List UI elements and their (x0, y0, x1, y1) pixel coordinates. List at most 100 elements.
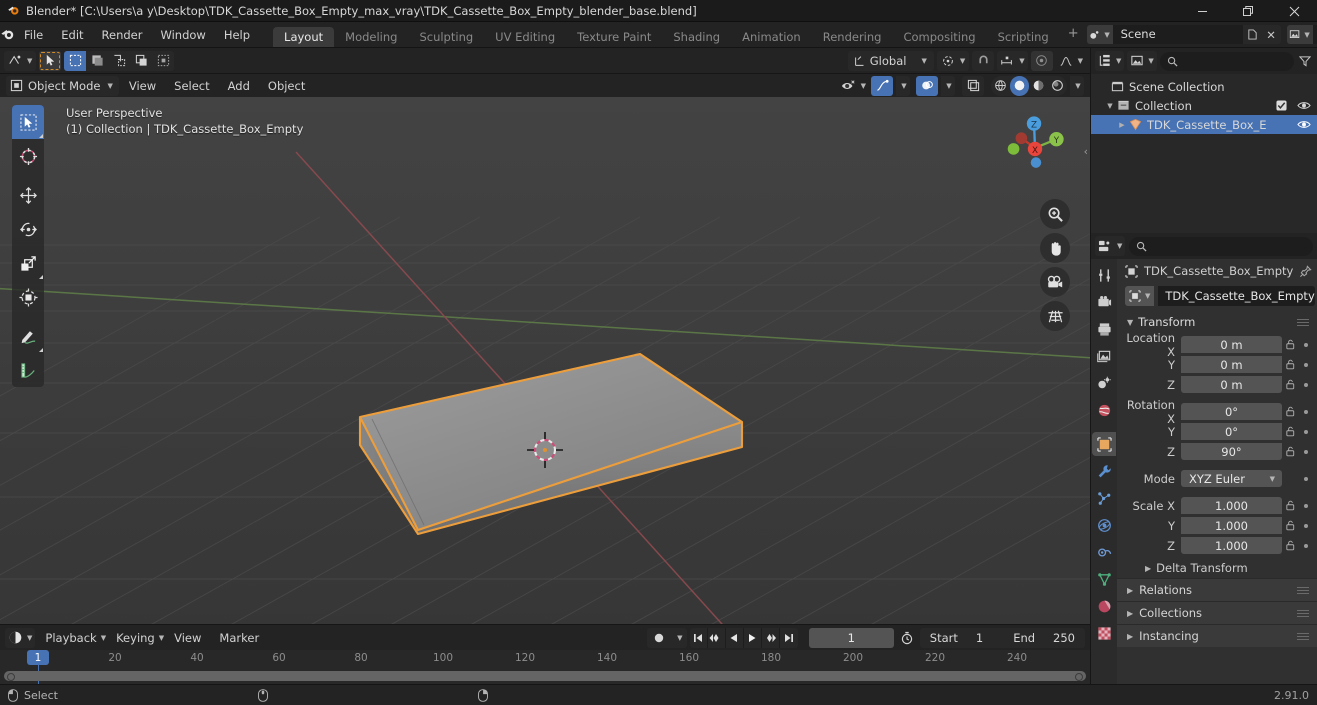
animate-dot[interactable] (1299, 409, 1313, 414)
shading-solid-icon[interactable] (1010, 75, 1029, 96)
rotate-tool[interactable] (12, 212, 44, 246)
timeline-menu-view[interactable]: View (166, 628, 209, 648)
object-data-tab[interactable] (1092, 567, 1116, 591)
eye-icon[interactable] (1297, 100, 1311, 111)
outliner-row-collection[interactable]: ▼ Collection (1091, 96, 1317, 115)
zoom-icon[interactable] (1040, 199, 1070, 229)
minimize-button[interactable] (1179, 0, 1225, 22)
tab-rendering[interactable]: Rendering (812, 27, 893, 47)
snap-magnet-icon[interactable] (972, 50, 995, 71)
camera-icon[interactable] (1040, 267, 1070, 297)
jump-to-start-button[interactable] (690, 627, 708, 648)
outliner-row-scene-collection[interactable]: Scene Collection (1091, 77, 1317, 96)
particles-tab[interactable] (1092, 486, 1116, 510)
rotation-mode-dropdown[interactable]: XYZ Euler ▼ (1181, 470, 1282, 487)
outliner-row-object[interactable]: ▶ TDK_Cassette_Box_E (1091, 115, 1317, 134)
rotation-z-field[interactable]: 90° (1181, 443, 1282, 460)
constraints-tab[interactable] (1092, 540, 1116, 564)
relations-panel[interactable]: ▶ Relations (1117, 578, 1317, 601)
lock-icon[interactable] (1282, 500, 1299, 511)
timeline-menu-marker[interactable]: Marker (211, 628, 267, 648)
viewport-menu-add[interactable]: Add (220, 76, 258, 96)
eye-icon[interactable] (1297, 119, 1311, 130)
lock-icon[interactable] (1282, 379, 1299, 390)
animate-dot[interactable] (1299, 382, 1313, 387)
view-layer-tab[interactable] (1092, 344, 1116, 368)
collections-panel[interactable]: ▶ Collections (1117, 601, 1317, 624)
measure-tool[interactable] (12, 353, 44, 387)
overlays-dropdown[interactable]: ▼ (941, 75, 955, 96)
animate-dot[interactable] (1299, 362, 1313, 367)
start-value[interactable]: 1 (976, 631, 983, 645)
timeline-ruler[interactable]: 20 40 60 80 100 120 140 160 180 200 220 … (0, 650, 1090, 684)
animate-dot[interactable] (1299, 476, 1313, 481)
tab-compositing[interactable]: Compositing (892, 27, 986, 47)
object-name-field[interactable]: TDK_Cassette_Box_Empty (1158, 286, 1315, 306)
pin-icon[interactable] (1299, 264, 1313, 278)
outliner-display-mode-button[interactable]: ▼ (1127, 51, 1157, 71)
next-keyframe-button[interactable] (762, 627, 780, 648)
scale-y-field[interactable]: 1.000 (1181, 517, 1282, 534)
menu-window[interactable]: Window (151, 22, 214, 48)
restore-button[interactable] (1225, 0, 1271, 22)
3d-viewport[interactable]: User Perspective (1) Collection | TDK_Ca… (0, 97, 1090, 624)
tab-texture-paint[interactable]: Texture Paint (566, 27, 662, 47)
animate-dot[interactable] (1299, 342, 1313, 347)
scale-z-field[interactable]: 1.000 (1181, 537, 1282, 554)
pivot-point-button[interactable]: ▼ (936, 50, 970, 71)
location-z-field[interactable]: 0 m (1181, 376, 1282, 393)
rotation-y-field[interactable]: 0° (1181, 423, 1282, 440)
menu-render[interactable]: Render (93, 22, 152, 48)
scene-name[interactable]: Scene (1112, 25, 1243, 44)
outliner-filter-icon[interactable] (1297, 55, 1313, 67)
timeline-editor-type-button[interactable]: ▼ (5, 627, 36, 648)
end-value[interactable]: 250 (1053, 631, 1075, 645)
sidebar-collapse-arrow-icon[interactable]: ‹ (1084, 145, 1088, 158)
material-tab[interactable] (1092, 594, 1116, 618)
select-difference-icon[interactable] (152, 51, 174, 71)
tweak-select-tool[interactable] (12, 105, 44, 139)
view-layer-name[interactable]: View Layer (1312, 25, 1317, 44)
tab-modeling[interactable]: Modeling (334, 27, 408, 47)
instancing-panel[interactable]: ▶ Instancing (1117, 624, 1317, 647)
lock-icon[interactable] (1282, 426, 1299, 437)
properties-search-input[interactable] (1129, 236, 1313, 256)
checkbox-icon[interactable] (1276, 100, 1287, 111)
auto-keying-icon[interactable] (647, 628, 671, 648)
shading-material-icon[interactable] (1029, 76, 1048, 96)
animate-dot[interactable] (1299, 429, 1313, 434)
gizmo-dropdown[interactable]: ▼ (896, 75, 910, 96)
xray-toggle-icon[interactable] (962, 75, 984, 96)
playhead[interactable]: 1 (27, 650, 49, 665)
timeline-menu-playback[interactable]: Playback (37, 628, 104, 648)
tab-sculpting[interactable]: Sculpting (408, 27, 484, 47)
object-tab[interactable] (1092, 432, 1116, 456)
timeline-scrollbar[interactable] (4, 671, 1086, 681)
lock-icon[interactable] (1282, 339, 1299, 350)
transform-orientation-button[interactable]: Global ▼ (847, 50, 934, 71)
view-layer-selector[interactable]: ▼ View Layer ✕ (1286, 25, 1317, 44)
shading-rendered-icon[interactable] (1048, 76, 1067, 96)
interaction-mode-selector[interactable]: Object Mode ▼ (6, 75, 119, 96)
lock-icon[interactable] (1282, 520, 1299, 531)
lock-icon[interactable] (1282, 406, 1299, 417)
viewport-menu-select[interactable]: Select (166, 76, 217, 96)
animate-dot[interactable] (1299, 449, 1313, 454)
transform-panel-header[interactable]: ▼ Transform (1117, 312, 1317, 332)
outliner-search-input[interactable] (1159, 51, 1294, 71)
play-button[interactable] (744, 627, 762, 648)
animate-dot[interactable] (1299, 523, 1313, 528)
cursor-tool[interactable] (12, 139, 44, 173)
scale-tool[interactable] (12, 246, 44, 280)
overlays-toggle-icon[interactable] (916, 75, 938, 96)
falloff-button[interactable]: ▼ (1056, 51, 1086, 71)
select-subtract-icon[interactable] (130, 51, 152, 71)
shading-wireframe-icon[interactable] (991, 76, 1010, 96)
navigation-gizmo[interactable]: Z Y X (996, 107, 1074, 185)
proportional-edit-icon[interactable] (1030, 50, 1053, 71)
play-reverse-button[interactable] (726, 627, 744, 648)
auto-keying-dropdown[interactable]: ▼ (671, 628, 687, 648)
tool-tab[interactable] (1092, 263, 1116, 287)
rotation-x-field[interactable]: 0° (1181, 403, 1282, 420)
scene-tab[interactable] (1092, 371, 1116, 395)
